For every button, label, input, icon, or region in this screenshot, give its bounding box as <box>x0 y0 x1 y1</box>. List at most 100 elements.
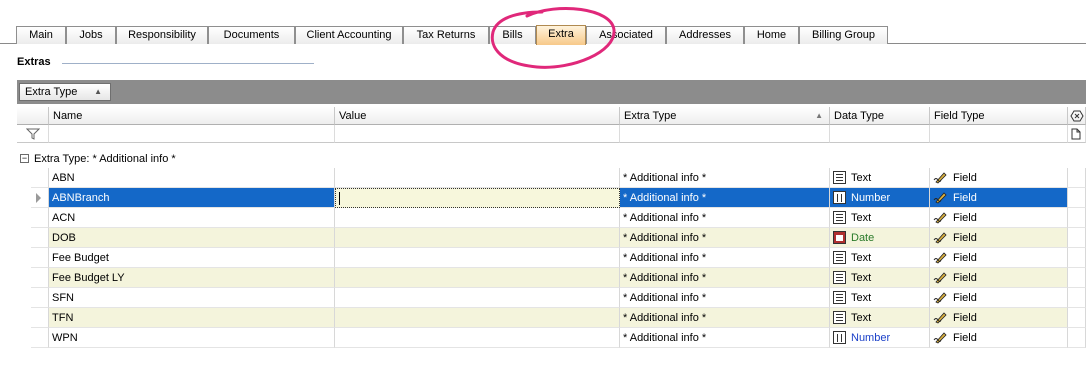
extra-type-cell[interactable]: * Additional info * <box>620 188 830 208</box>
field-type-cell[interactable]: Field <box>930 328 1068 348</box>
table-row[interactable]: DOB * Additional info * Date Field <box>17 228 1086 248</box>
column-header-field-type[interactable]: Field Type <box>930 107 1068 125</box>
group-by-chip-extra-type[interactable]: Extra Type ▲ <box>19 83 111 101</box>
field-type-cell[interactable]: Field <box>930 188 1068 208</box>
tab-jobs[interactable]: Jobs <box>66 26 116 44</box>
value-cell[interactable] <box>335 228 620 248</box>
filter-field-type-input[interactable] <box>930 125 1068 143</box>
column-chooser-button[interactable] <box>1068 107 1086 125</box>
new-row-button[interactable] <box>1068 125 1086 143</box>
field-type-cell[interactable]: Field <box>930 248 1068 268</box>
table-row[interactable]: ABNBranch * Additional info * Number Field <box>17 188 1086 208</box>
extra-type-cell[interactable]: * Additional info * <box>620 228 830 248</box>
name-cell[interactable]: Fee Budget <box>49 248 335 268</box>
field-type-cell[interactable]: Field <box>930 288 1068 308</box>
data-type-cell[interactable]: Text <box>830 168 930 188</box>
table-row[interactable]: TFN * Additional info * Text Field <box>17 308 1086 328</box>
row-selector[interactable] <box>31 288 49 308</box>
table-row[interactable]: Fee Budget * Additional info * Text Field <box>17 248 1086 268</box>
data-type-label: Date <box>851 232 875 244</box>
tab-main[interactable]: Main <box>16 26 66 44</box>
name-cell[interactable]: ABN <box>49 168 335 188</box>
group-row[interactable]: − Extra Type: * Additional info * <box>17 151 1086 167</box>
table-row[interactable]: Fee Budget LY * Additional info * Text Fiel… <box>17 268 1086 288</box>
column-header-label: Extra Type <box>624 110 677 122</box>
header-corner <box>17 107 49 125</box>
row-selector[interactable] <box>31 308 49 328</box>
value-cell[interactable] <box>335 288 620 308</box>
tab-responsibility[interactable]: Responsibility <box>116 26 208 44</box>
value-cell[interactable] <box>335 308 620 328</box>
extra-type-cell[interactable]: * Additional info * <box>620 168 830 188</box>
data-type-cell[interactable]: Number <box>830 188 930 208</box>
field-type-cell[interactable]: Field <box>930 308 1068 328</box>
filter-data-type-input[interactable] <box>830 125 930 143</box>
data-type-cell[interactable]: Text <box>830 268 930 288</box>
extra-type-cell[interactable]: * Additional info * <box>620 268 830 288</box>
group-chip-label: Extra Type <box>25 86 78 98</box>
value-cell[interactable] <box>335 328 620 348</box>
data-type-cell[interactable]: Date <box>830 228 930 248</box>
value-cell[interactable] <box>335 188 620 208</box>
value-cell[interactable] <box>335 268 620 288</box>
filter-row-button[interactable] <box>17 125 49 143</box>
data-type-cell[interactable]: Text <box>830 288 930 308</box>
extra-type-cell[interactable]: * Additional info * <box>620 208 830 228</box>
tab-documents[interactable]: Documents <box>208 26 295 44</box>
table-row[interactable]: WPN * Additional info * Number Field <box>17 328 1086 348</box>
number-type-icon <box>833 331 846 344</box>
tab-bills[interactable]: Bills <box>489 26 536 44</box>
extra-type-cell[interactable]: * Additional info * <box>620 248 830 268</box>
row-selector[interactable] <box>31 208 49 228</box>
row-selector[interactable] <box>31 328 49 348</box>
value-cell[interactable] <box>335 168 620 188</box>
filter-name-input[interactable] <box>49 125 335 143</box>
filter-extra-type-input[interactable] <box>620 125 830 143</box>
data-type-cell[interactable]: Text <box>830 208 930 228</box>
name-cell[interactable]: SFN <box>49 288 335 308</box>
data-type-cell[interactable]: Number <box>830 328 930 348</box>
data-type-cell[interactable]: Text <box>830 248 930 268</box>
row-end-cell <box>1068 308 1086 328</box>
row-selector[interactable] <box>31 188 49 208</box>
name-cell[interactable]: Fee Budget LY <box>49 268 335 288</box>
extra-type-cell[interactable]: * Additional info * <box>620 288 830 308</box>
name-cell[interactable]: ACN <box>49 208 335 228</box>
row-selector[interactable] <box>31 228 49 248</box>
extra-type-cell[interactable]: * Additional info * <box>620 308 830 328</box>
tab-addresses[interactable]: Addresses <box>666 26 744 44</box>
name-cell[interactable]: DOB <box>49 228 335 248</box>
tab-client-accounting[interactable]: Client Accounting <box>295 26 403 44</box>
table-row[interactable]: ACN * Additional info * Text Field <box>17 208 1086 228</box>
name-cell[interactable]: WPN <box>49 328 335 348</box>
row-selector[interactable] <box>31 268 49 288</box>
name-cell[interactable]: ABNBranch <box>49 188 335 208</box>
data-type-cell[interactable]: Text <box>830 308 930 328</box>
column-header-extra-type[interactable]: Extra Type ▲ <box>620 107 830 125</box>
table-row[interactable]: SFN * Additional info * Text Field <box>17 288 1086 308</box>
value-cell[interactable] <box>335 248 620 268</box>
field-type-cell[interactable]: Field <box>930 168 1068 188</box>
value-cell[interactable] <box>335 208 620 228</box>
tab-tax-returns[interactable]: Tax Returns <box>403 26 489 44</box>
column-header-value[interactable]: Value <box>335 107 620 125</box>
tab-associated[interactable]: Associated <box>586 26 666 44</box>
row-selector[interactable] <box>31 168 49 188</box>
column-header-data-type[interactable]: Data Type <box>830 107 930 125</box>
table-row[interactable]: ABN * Additional info * Text Field <box>17 168 1086 188</box>
text-type-icon <box>833 311 846 324</box>
name-cell[interactable]: TFN <box>49 308 335 328</box>
tab-home[interactable]: Home <box>744 26 799 44</box>
filter-value-input[interactable] <box>335 125 620 143</box>
tab-extra[interactable]: Extra <box>536 25 586 45</box>
field-type-cell[interactable]: Field <box>930 228 1068 248</box>
collapse-icon[interactable]: − <box>20 154 29 163</box>
tab-bar: Main Jobs Responsibility Documents Clien… <box>0 0 1086 45</box>
field-type-cell[interactable]: Field <box>930 268 1068 288</box>
row-selector[interactable] <box>31 248 49 268</box>
tab-billing-group[interactable]: Billing Group <box>799 26 888 44</box>
data-type-label: Text <box>851 212 872 224</box>
extra-type-cell[interactable]: * Additional info * <box>620 328 830 348</box>
column-header-name[interactable]: Name <box>49 107 335 125</box>
field-type-cell[interactable]: Field <box>930 208 1068 228</box>
